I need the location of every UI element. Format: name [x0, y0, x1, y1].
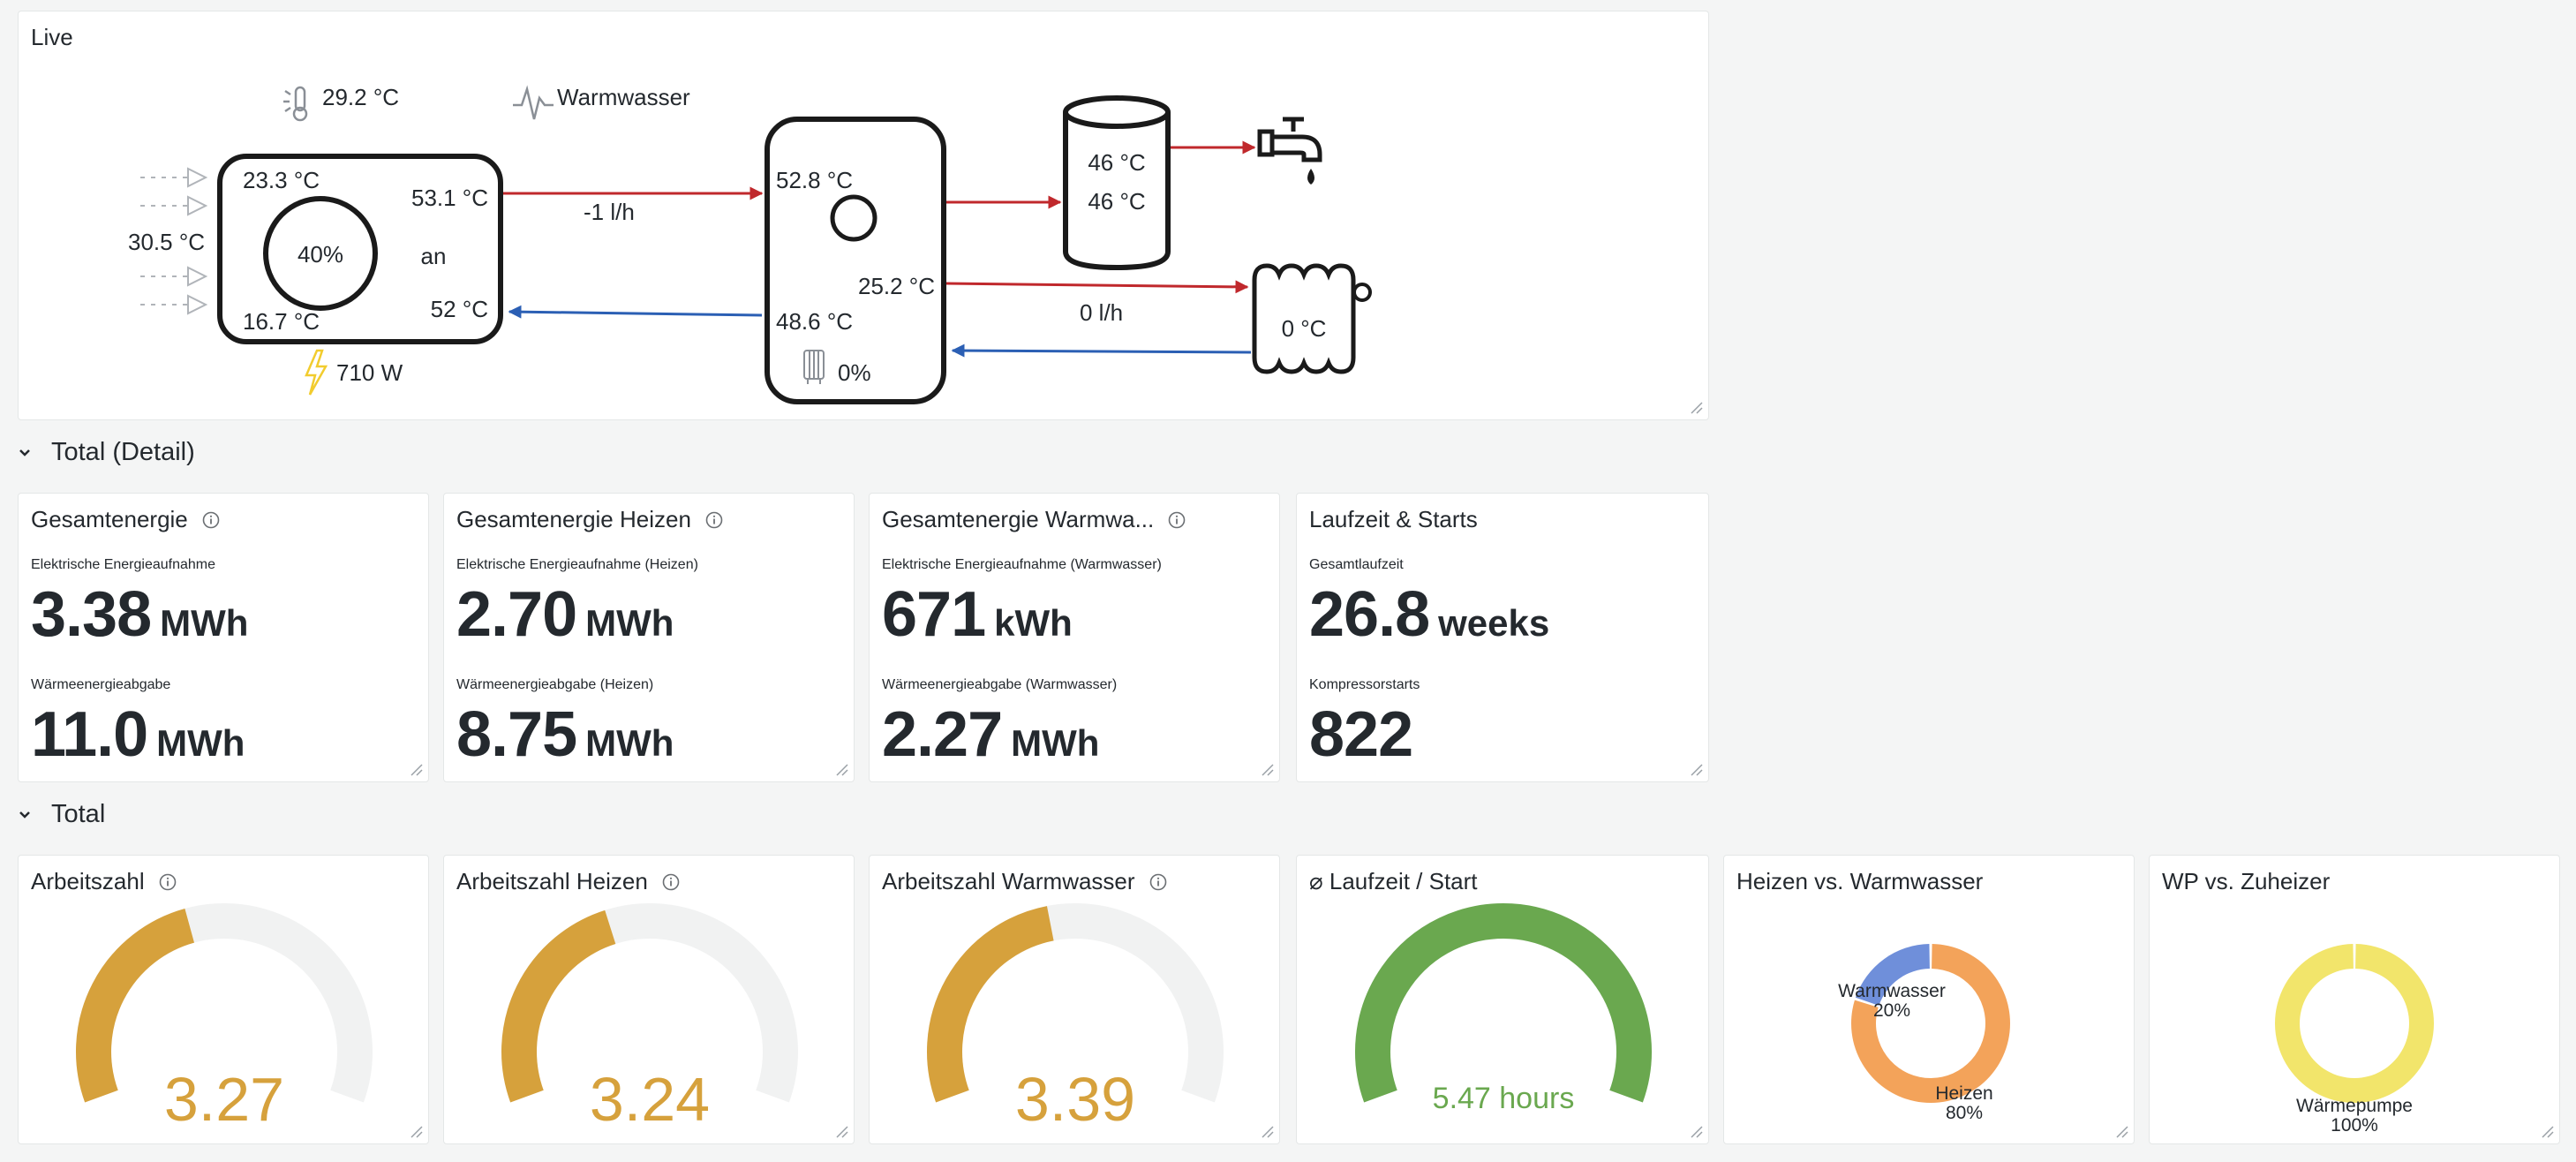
heater-percent: 0%: [838, 359, 871, 386]
chevron-down-icon: [19, 449, 30, 456]
slice-pct-warmwasser: 20%: [1873, 1000, 1910, 1021]
radiator-temp: 0 °C: [1282, 315, 1327, 342]
stat-value: 11.0 MWh: [31, 699, 245, 770]
row-title: Total: [51, 800, 106, 828]
storage-bottom-temp: 48.6 °C: [776, 308, 853, 335]
donut-chart: Warmwasser 20% Heizen 80%: [1838, 944, 2010, 1123]
stat-panel-gesamtenergie-heizen: Gesamtenergie Heizen Elektrische Energie…: [443, 493, 855, 782]
panel-title: Laufzeit & Starts: [1309, 506, 1478, 532]
live-diagram: 29.2 °C Warmwasser 30.5 °C 40% 23.3 °C 5…: [128, 84, 1372, 404]
storage-top-temp: 52.8 °C: [776, 167, 853, 193]
stat-value: 2.27 MWh: [882, 699, 1100, 770]
gauge-panel-arbeitszahl: Arbeitszahl 3.27: [18, 855, 429, 1144]
slice-pct-waermepumpe: 100%: [2331, 1115, 2378, 1136]
slice-label-heizen: Heizen: [1935, 1083, 1992, 1104]
stat-label: Gesamtlaufzeit: [1309, 557, 1404, 572]
donut-chart: Wärmepumpe 100%: [2275, 944, 2434, 1136]
mode-label: Warmwasser: [557, 84, 690, 110]
cold-pipe-storage-hp: [508, 305, 763, 319]
slice-pct-heizen: 80%: [1946, 1103, 1983, 1123]
heater-icon: [803, 350, 825, 384]
panel-title: Gesamtenergie Warmwa...: [882, 506, 1155, 532]
water-tap-icon: [1257, 117, 1322, 185]
flow-bottom: 0 l/h: [1080, 299, 1123, 326]
stat-panel-gesamtenergie-warmwasser: Gesamtenergie Warmwa... Elektrische Ener…: [869, 493, 1280, 782]
tank-temp-1: 46 °C: [1088, 149, 1145, 176]
lightning-icon: [305, 349, 328, 396]
gauge-panel-arbeitszahl-heizen: Arbeitszahl Heizen 3.24: [443, 855, 855, 1144]
stat-panel-laufzeit-starts: Laufzeit & Starts Gesamtlaufzeit 26.8 wee…: [1296, 493, 1709, 782]
stat-value: 8.75 MWh: [456, 699, 674, 770]
hot-pipe-storage-radiator: [945, 280, 1249, 294]
gauge: 3.24: [501, 903, 798, 1134]
hp-side-temp: 30.5 °C: [128, 229, 205, 255]
stat-label: Elektrische Energieaufnahme (Heizen): [456, 557, 698, 572]
info-icon[interactable]: [1168, 511, 1186, 529]
gauge-panel-laufzeit-start: ⌀ Laufzeit / Start 5.47 hours: [1296, 855, 1709, 1144]
stat-value: 3.38 MWh: [31, 579, 249, 650]
gauge-value: 3.27: [164, 1065, 284, 1134]
gauge-value: 3.39: [1015, 1065, 1135, 1134]
slice-label-waermepumpe: Wärmepumpe: [2296, 1096, 2413, 1116]
hp-power: 710 W: [336, 359, 403, 386]
panel-title: Gesamtenergie Heizen: [456, 506, 691, 532]
chevron-down-icon: [19, 811, 30, 819]
hp-in-temp: 23.3 °C: [243, 167, 320, 193]
resize-handle[interactable]: [409, 1124, 423, 1138]
live-panel: Live 29.2 °C Warmwasser 30.5 °C 40% 23.3…: [18, 11, 1709, 420]
resize-handle[interactable]: [1260, 1124, 1274, 1138]
gauge: 3.39: [927, 903, 1224, 1134]
resize-handle[interactable]: [1689, 762, 1703, 776]
slice-label-warmwasser: Warmwasser: [1838, 981, 1946, 1001]
tank-temp-2: 46 °C: [1088, 188, 1145, 215]
gauge: 5.47 hours: [1355, 903, 1652, 1115]
hot-water-tank: [1063, 95, 1171, 271]
stat-value: 822: [1309, 699, 1413, 770]
hp-status: an: [421, 243, 447, 269]
donut-panel-heizen-warmwasser: Heizen vs. Warmwasser Warmwasser 20% Hei…: [1723, 855, 2135, 1144]
flow-top: -1 l/h: [584, 199, 635, 225]
storage-mid-temp: 25.2 °C: [858, 273, 935, 299]
resize-handle[interactable]: [2114, 1124, 2128, 1138]
resize-handle[interactable]: [834, 1124, 848, 1138]
stat-label: Wärmeenergieabgabe (Heizen): [456, 677, 654, 692]
stat-value: 2.70 MWh: [456, 579, 674, 650]
thermometer-sun-icon: [283, 86, 308, 122]
gauge-value: 3.24: [590, 1065, 710, 1134]
stat-label: Kompressorstarts: [1309, 677, 1420, 692]
donut-panel-wp-zuheizer: WP vs. Zuheizer Wärmepumpe 100%: [2149, 855, 2560, 1144]
hp-low-temp: 16.7 °C: [243, 308, 320, 335]
row-header-total[interactable]: Total: [18, 800, 105, 829]
compressor-percent: 40%: [298, 241, 343, 268]
storage-sensor: [830, 194, 877, 242]
info-icon[interactable]: [202, 511, 220, 529]
hp-return-temp: 52 °C: [431, 296, 488, 322]
stat-label: Elektrische Energieaufnahme (Warmwasser): [882, 557, 1162, 572]
row-title: Total (Detail): [51, 438, 195, 466]
info-icon[interactable]: [705, 511, 723, 529]
gauge-panel-arbeitszahl-warmwasser: Arbeitszahl Warmwasser 3.39: [869, 855, 1280, 1144]
donut-slice-waermepumpe[interactable]: [2275, 944, 2434, 1103]
pulse-icon: [513, 85, 554, 120]
resize-handle[interactable]: [834, 762, 848, 776]
stat-value: 26.8 weeks: [1309, 579, 1550, 650]
stat-label: Elektrische Energieaufnahme: [31, 557, 216, 572]
resize-handle[interactable]: [1689, 1124, 1703, 1138]
panel-title: Gesamtenergie: [31, 506, 188, 532]
resize-handle[interactable]: [2540, 1124, 2554, 1138]
gauge-fill: [1355, 903, 1652, 1103]
stat-value: 671 kWh: [882, 579, 1073, 650]
hp-out-temp: 53.1 °C: [411, 185, 488, 211]
outdoor-temp: 29.2 °C: [322, 84, 399, 110]
gauge-value: 5.47 hours: [1433, 1082, 1575, 1115]
resize-handle[interactable]: [1260, 762, 1274, 776]
row-header-total-detail[interactable]: Total (Detail): [18, 438, 195, 467]
stat-label: Wärmeenergieabgabe: [31, 677, 171, 692]
gauge: 3.27: [76, 903, 373, 1134]
stat-panel-gesamtenergie: Gesamtenergie Elektrische Energieaufnahm…: [18, 493, 429, 782]
cold-pipe-radiator-storage: [951, 343, 1252, 358]
stat-label: Wärmeenergieabgabe (Warmwasser): [882, 677, 1118, 692]
resize-handle[interactable]: [1689, 400, 1703, 414]
resize-handle[interactable]: [409, 762, 423, 776]
